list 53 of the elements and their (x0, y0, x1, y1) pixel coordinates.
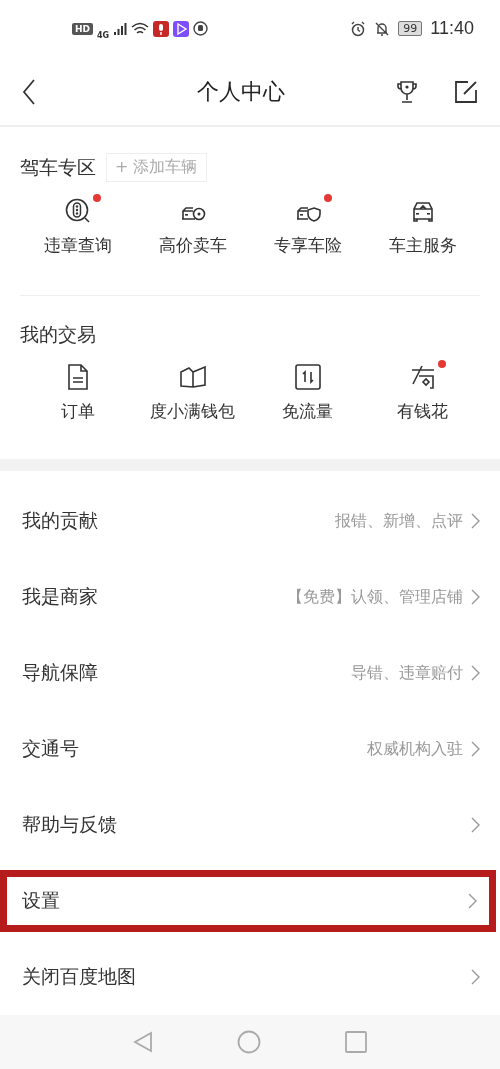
menu-label: 导航保障 (22, 660, 98, 686)
section-title: 我的交易 (20, 322, 96, 348)
trophy-icon[interactable] (396, 79, 418, 104)
menu-row[interactable]: 我的贡献 报错、新增、点评 (0, 483, 500, 560)
menu-row[interactable]: 我是商家 【免费】认领、管理店铺 (0, 559, 500, 636)
menu-detail: 报错、新增、点评 (335, 510, 463, 532)
menu-row[interactable]: 设置 (0, 870, 496, 933)
play-app-icon (173, 20, 190, 37)
chevron-right-icon (471, 513, 480, 530)
chevron-right-icon (471, 741, 480, 758)
feature-label[interactable]: 高价卖车 (158, 234, 227, 258)
feature-label[interactable]: 违章查询 (43, 234, 112, 258)
menu-detail: 【免费】认领、管理店铺 (287, 586, 463, 608)
chevron-right-icon (468, 893, 477, 910)
menu-label: 我是商家 (22, 584, 98, 610)
back-icon[interactable] (22, 78, 36, 105)
menu-row[interactable]: 交通号 权威机构入驻 (0, 711, 500, 788)
chevron-right-icon (471, 589, 480, 606)
document-icon[interactable] (66, 364, 89, 391)
page-title: 个人中心 (196, 77, 285, 106)
stylized-glyph-icon[interactable] (409, 364, 436, 391)
bell-muted-icon (374, 20, 391, 37)
chevron-right-icon (471, 665, 480, 682)
menu-row[interactable]: 导航保障 导错、违章赔付 (0, 635, 500, 712)
edit-icon[interactable] (454, 79, 478, 104)
menu-label: 交通号 (22, 736, 79, 762)
menu-detail: 权威机构入驻 (367, 738, 463, 760)
feature-label[interactable]: 有钱花 (397, 400, 448, 424)
clock-time: 11:40 (430, 18, 474, 40)
hd-badge: HD (72, 22, 93, 35)
open-book-icon[interactable] (178, 366, 207, 389)
feature-label[interactable]: 专享车险 (273, 234, 342, 258)
wifi-icon (131, 21, 150, 36)
chevron-right-icon (471, 969, 480, 986)
menu-label: 设置 (22, 888, 60, 914)
feature-label[interactable]: 度小满钱包 (150, 400, 235, 424)
feature-label[interactable]: 免流量 (282, 400, 333, 424)
swap-arrows-icon[interactable] (294, 364, 321, 391)
feature-label[interactable]: 订单 (60, 400, 95, 424)
traffic-light-icon[interactable] (64, 198, 91, 225)
feature-label[interactable]: 车主服务 (388, 234, 457, 258)
menu-row[interactable]: 关闭百度地图 (0, 939, 500, 1016)
menu-label: 我的贡献 (22, 508, 98, 534)
menu-row[interactable]: 帮助与反馈 (0, 787, 500, 864)
alarm-icon (350, 20, 367, 37)
chevron-right-icon (471, 817, 480, 834)
signal-icon (113, 21, 128, 36)
battery-level: 99 (398, 21, 423, 37)
section-title: 驾车专区 (20, 154, 96, 180)
menu-detail: 导错、违章赔付 (351, 662, 463, 684)
menu-label: 关闭百度地图 (22, 964, 136, 990)
network-type: 4G (97, 31, 110, 41)
menu-label: 帮助与反馈 (22, 812, 117, 838)
